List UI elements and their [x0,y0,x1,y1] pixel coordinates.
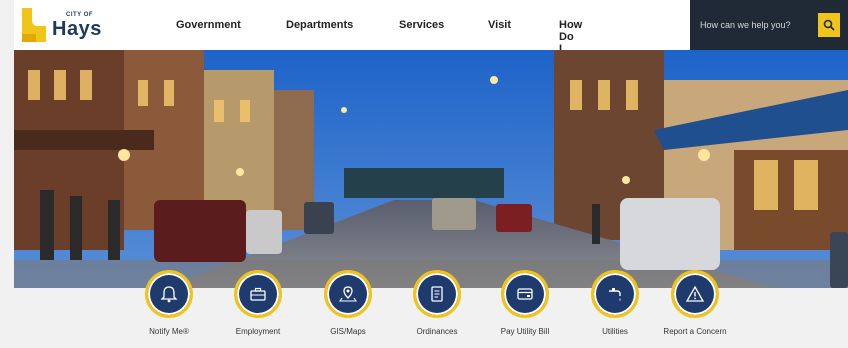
credit-card-icon [517,288,533,300]
document-icon [431,286,443,302]
faucet-icon [609,288,621,301]
bell-icon [160,286,178,303]
quick-link-employment[interactable]: Employment [208,270,308,336]
quick-link-report-concern[interactable]: Report a Concern [645,270,745,336]
nav-services[interactable]: Services [399,19,444,31]
link-circle [234,270,282,318]
link-label: GIS/Maps [330,327,366,336]
hero-image [14,50,848,288]
briefcase-icon [250,287,266,301]
site-header: CITY OF Hays Government Departments Serv… [14,0,848,55]
link-label: Report a Concern [663,327,727,336]
quick-link-notify-me[interactable]: Notify Me® [119,270,219,336]
nav-visit[interactable]: Visit [488,19,511,31]
search-box [690,0,848,50]
link-circle [501,270,549,318]
link-label: Pay Utility Bill [500,327,550,336]
logo-wordmark: Hays [52,18,102,40]
warning-icon [685,285,705,302]
nav-departments[interactable]: Departments [286,19,353,31]
quick-link-ordinances[interactable]: Ordinances [387,270,487,336]
link-label: Employment [235,327,281,336]
map-pin-icon [338,286,358,302]
link-label: Ordinances [416,327,458,336]
link-circle [413,270,461,318]
link-circle [591,270,639,318]
link-circle [671,270,719,318]
search-input[interactable] [692,14,812,36]
search-button[interactable] [818,13,840,37]
quick-link-pay-utility-bill[interactable]: Pay Utility Bill [475,270,575,336]
quick-link-gis-maps[interactable]: GIS/Maps [298,270,398,336]
city-logo[interactable]: CITY OF Hays [20,6,102,46]
quick-links: Notify Me® Employment GIS/Maps Ordinance… [0,270,848,348]
logo-mark-icon [22,8,46,42]
link-label: Notify Me® [149,327,189,336]
link-circle [145,270,193,318]
link-circle [324,270,372,318]
search-icon [823,19,835,31]
downtown-street-photo [14,50,848,288]
nav-government[interactable]: Government [176,19,241,31]
page: CITY OF Hays Government Departments Serv… [0,0,848,348]
